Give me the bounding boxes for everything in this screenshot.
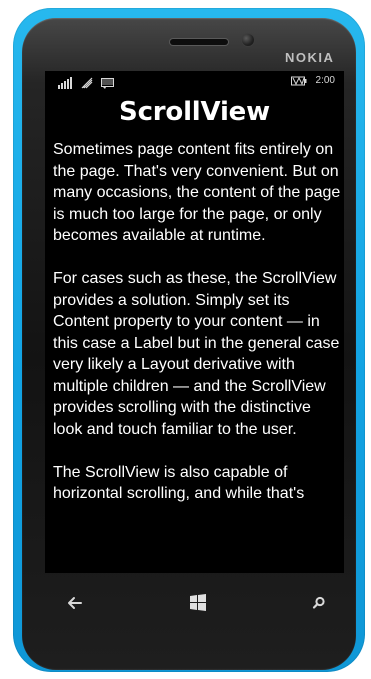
search-icon bbox=[312, 596, 326, 610]
wifi-icon bbox=[81, 77, 93, 89]
front-camera bbox=[242, 34, 254, 46]
phone-screen: 2:00 ScrollView Sometimes page content f… bbox=[45, 71, 344, 573]
brand-logo: NOKIA bbox=[285, 50, 335, 65]
search-button[interactable] bbox=[304, 592, 334, 614]
status-icons-right: 2:00 bbox=[290, 73, 335, 89]
scroll-view[interactable]: Sometimes page content fits entirely on … bbox=[53, 139, 342, 569]
signal-icon bbox=[58, 77, 73, 89]
page-title: ScrollView bbox=[119, 97, 270, 127]
status-bar: 2:00 bbox=[45, 71, 344, 91]
navigation-bar bbox=[45, 584, 344, 624]
back-icon bbox=[67, 596, 83, 610]
windows-start-icon bbox=[189, 594, 207, 612]
battery-icon bbox=[290, 76, 307, 86]
message-icon bbox=[101, 78, 114, 89]
status-icons-left bbox=[58, 73, 114, 89]
status-time: 2:00 bbox=[315, 75, 335, 86]
scrollview-content-label: Sometimes page content fits entirely on … bbox=[53, 141, 341, 502]
back-button[interactable] bbox=[60, 592, 90, 614]
earpiece-speaker bbox=[170, 39, 228, 45]
start-button[interactable] bbox=[183, 592, 213, 614]
